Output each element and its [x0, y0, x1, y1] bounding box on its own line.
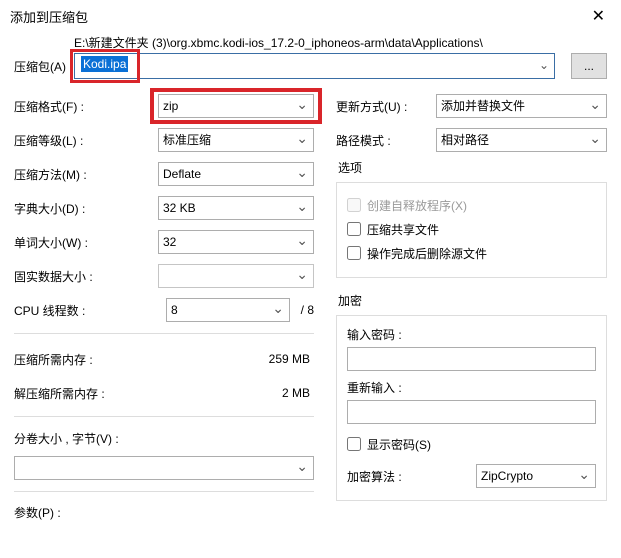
password-input[interactable] — [347, 347, 596, 371]
pathmode-label: 路径模式 : — [336, 132, 436, 149]
word-select[interactable]: 32 — [158, 230, 314, 254]
sfx-checkbox — [347, 198, 361, 212]
options-title: 选项 — [338, 159, 607, 176]
options-group: 创建自释放程序(X) 压缩共享文件 操作完成后删除源文件 — [336, 182, 607, 278]
cpu-label: CPU 线程数 : — [14, 302, 126, 319]
mem-comp-label: 压缩所需内存 : — [14, 351, 164, 368]
show-password-checkbox[interactable] — [347, 437, 361, 451]
dict-label: 字典大小(D) : — [14, 200, 126, 217]
browse-button[interactable]: ... — [571, 53, 607, 79]
divider — [14, 333, 314, 334]
level-select[interactable]: 标准压缩 — [158, 128, 314, 152]
format-select[interactable]: zip — [158, 94, 314, 118]
archive-name-input[interactable]: Kodi.ipa — [74, 53, 555, 79]
mem-decomp-value: 2 MB — [164, 386, 314, 400]
delete-checkbox[interactable] — [347, 246, 361, 260]
split-label: 分卷大小 , 字节(V) : — [14, 430, 119, 447]
cpu-select[interactable]: 8 — [166, 298, 290, 322]
share-checkbox[interactable] — [347, 222, 361, 236]
archive-label: 压缩包(A) — [14, 58, 68, 75]
password-label: 输入密码 : — [347, 326, 596, 343]
word-label: 单词大小(W) : — [14, 234, 126, 251]
update-select[interactable]: 添加并替换文件 — [436, 94, 607, 118]
pathmode-select[interactable]: 相对路径 — [436, 128, 607, 152]
update-label: 更新方式(U) : — [336, 98, 436, 115]
method-label: 压缩方法(M) : — [14, 166, 126, 183]
close-icon[interactable]: ✕ — [586, 6, 611, 26]
sfx-label: 创建自释放程序(X) — [367, 197, 467, 214]
method-select[interactable]: Deflate — [158, 162, 314, 186]
mem-comp-value: 259 MB — [164, 352, 314, 366]
encryption-title: 加密 — [338, 292, 607, 309]
password2-input[interactable] — [347, 400, 596, 424]
split-select[interactable] — [14, 456, 314, 480]
level-label: 压缩等级(L) : — [14, 132, 126, 149]
encryption-group: 输入密码 : 重新输入 : 显示密码(S) 加密算法 : ZipCrypto — [336, 315, 607, 501]
mem-decomp-label: 解压缩所需内存 : — [14, 385, 164, 402]
divider — [14, 416, 314, 417]
password2-label: 重新输入 : — [347, 379, 596, 396]
params-label: 参数(P) : — [14, 504, 126, 521]
archive-name-selection: Kodi.ipa — [81, 56, 128, 72]
dict-select[interactable]: 32 KB — [158, 196, 314, 220]
solid-label: 固实数据大小 : — [14, 268, 126, 285]
enc-alg-label: 加密算法 : — [347, 468, 402, 485]
archive-path: E:\新建文件夹 (3)\org.xbmc.kodi-ios_17.2-0_ip… — [14, 34, 607, 53]
chevron-down-icon[interactable]: ⌄ — [539, 58, 549, 72]
delete-label: 操作完成后删除源文件 — [367, 245, 487, 262]
cpu-total: / 8 — [290, 303, 314, 317]
window-title: 添加到压缩包 — [10, 7, 88, 26]
enc-alg-select[interactable]: ZipCrypto — [476, 464, 596, 488]
divider — [14, 491, 314, 492]
solid-select[interactable] — [158, 264, 314, 288]
share-label: 压缩共享文件 — [367, 221, 439, 238]
format-label: 压缩格式(F) : — [14, 98, 126, 115]
show-password-label: 显示密码(S) — [367, 436, 431, 453]
